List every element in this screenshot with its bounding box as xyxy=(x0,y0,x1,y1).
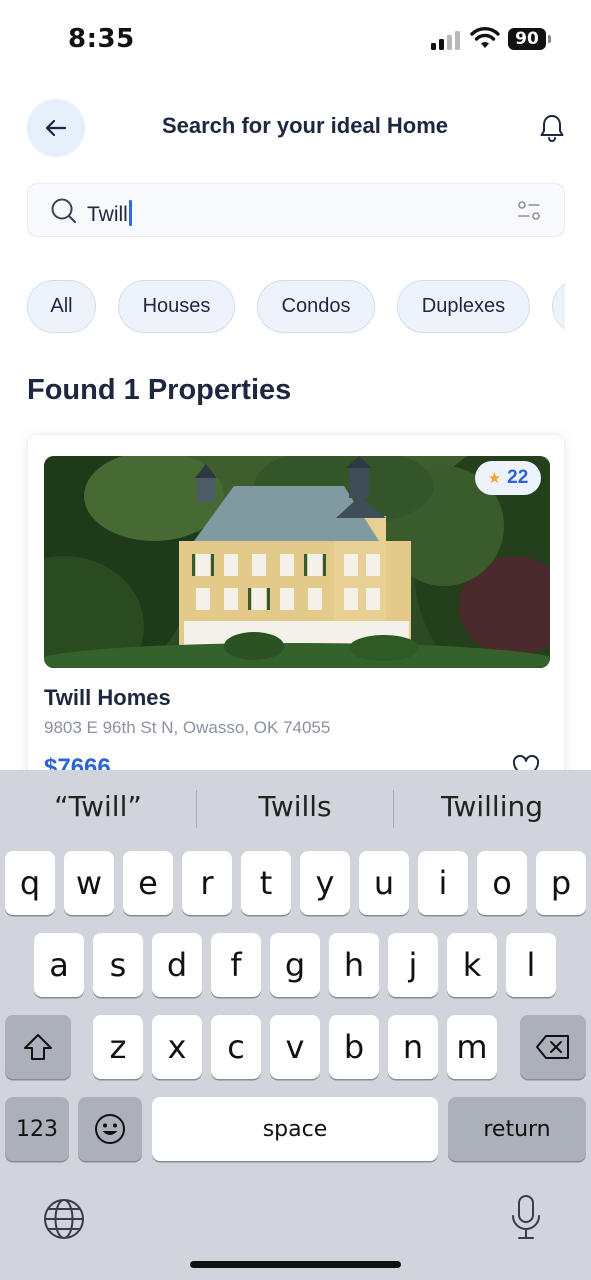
key-p[interactable]: p xyxy=(536,851,586,915)
shift-icon xyxy=(24,1034,52,1060)
emoji-icon xyxy=(95,1114,125,1144)
key-s[interactable]: s xyxy=(93,933,143,997)
search-field-value[interactable]: Twill xyxy=(87,200,132,227)
key-g[interactable]: g xyxy=(270,933,320,997)
battery-icon: 90 xyxy=(508,28,552,50)
key-y[interactable]: y xyxy=(300,851,350,915)
return-key[interactable]: return xyxy=(448,1097,586,1161)
delete-key[interactable] xyxy=(520,1015,586,1079)
back-button[interactable] xyxy=(27,99,85,157)
key-e[interactable]: e xyxy=(123,851,173,915)
key-u[interactable]: u xyxy=(359,851,409,915)
globe-icon[interactable] xyxy=(43,1198,85,1240)
key-b[interactable]: b xyxy=(329,1015,379,1079)
key-x[interactable]: x xyxy=(152,1015,202,1079)
results-title: Found 1 Properties xyxy=(27,374,292,406)
backspace-icon xyxy=(536,1035,569,1059)
suggestion-3[interactable]: Twilling xyxy=(394,790,590,823)
key-r[interactable]: r xyxy=(182,851,232,915)
microphone-icon[interactable] xyxy=(508,1194,544,1242)
star-icon: ★ xyxy=(487,470,502,487)
key-f[interactable]: f xyxy=(211,933,261,997)
page-title: Search for your ideal Home xyxy=(161,113,449,138)
key-w[interactable]: w xyxy=(64,851,114,915)
key-j[interactable]: j xyxy=(388,933,438,997)
key-c[interactable]: c xyxy=(211,1015,261,1079)
battery-level: 90 xyxy=(508,28,546,50)
numbers-key[interactable]: 123 xyxy=(5,1097,69,1161)
rating-badge: ★ 22 xyxy=(475,461,541,495)
keyboard: “Twill” Twills Twilling q w e r t y u i … xyxy=(0,770,591,1280)
chip-more[interactable] xyxy=(552,280,565,333)
text-cursor xyxy=(128,200,132,226)
status-bar: 8:35 90 xyxy=(0,0,591,80)
category-chips: All Houses Condos Duplexes xyxy=(27,280,565,334)
search-input[interactable]: Twill xyxy=(27,183,565,237)
key-t[interactable]: t xyxy=(241,851,291,915)
wifi-icon xyxy=(470,27,500,48)
key-a[interactable]: a xyxy=(34,933,84,997)
key-z[interactable]: z xyxy=(93,1015,143,1079)
chip-all[interactable]: All xyxy=(27,280,96,333)
status-time: 8:35 xyxy=(68,24,135,54)
rating-value: 22 xyxy=(507,467,529,488)
key-o[interactable]: o xyxy=(477,851,527,915)
bell-icon[interactable] xyxy=(538,113,566,143)
key-v[interactable]: v xyxy=(270,1015,320,1079)
key-q[interactable]: q xyxy=(5,851,55,915)
emoji-key[interactable] xyxy=(78,1097,142,1161)
key-d[interactable]: d xyxy=(152,933,202,997)
key-k[interactable]: k xyxy=(447,933,497,997)
search-icon xyxy=(51,198,76,223)
arrow-left-icon xyxy=(45,119,67,137)
key-m[interactable]: m xyxy=(447,1015,497,1079)
suggestion-2[interactable]: Twills xyxy=(197,790,393,823)
chip-condos[interactable]: Condos xyxy=(257,280,375,333)
space-key[interactable]: space xyxy=(152,1097,438,1161)
cellular-signal-icon xyxy=(431,30,463,50)
key-h[interactable]: h xyxy=(329,933,379,997)
search-value: Twill xyxy=(87,203,128,226)
property-address: 9803 E 96th St N, Owasso, OK 74055 xyxy=(44,718,331,737)
key-n[interactable]: n xyxy=(388,1015,438,1079)
home-indicator xyxy=(190,1261,401,1268)
property-name: Twill Homes xyxy=(44,685,171,710)
filter-icon[interactable] xyxy=(516,200,542,222)
key-i[interactable]: i xyxy=(418,851,468,915)
chip-houses[interactable]: Houses xyxy=(118,280,235,333)
property-photo: ★ 22 xyxy=(44,456,550,668)
suggestion-1[interactable]: “Twill” xyxy=(0,790,196,823)
chip-duplexes[interactable]: Duplexes xyxy=(397,280,530,333)
shift-key[interactable] xyxy=(5,1015,71,1079)
key-l[interactable]: l xyxy=(506,933,556,997)
suggestion-bar: “Twill” Twills Twilling xyxy=(0,770,591,848)
